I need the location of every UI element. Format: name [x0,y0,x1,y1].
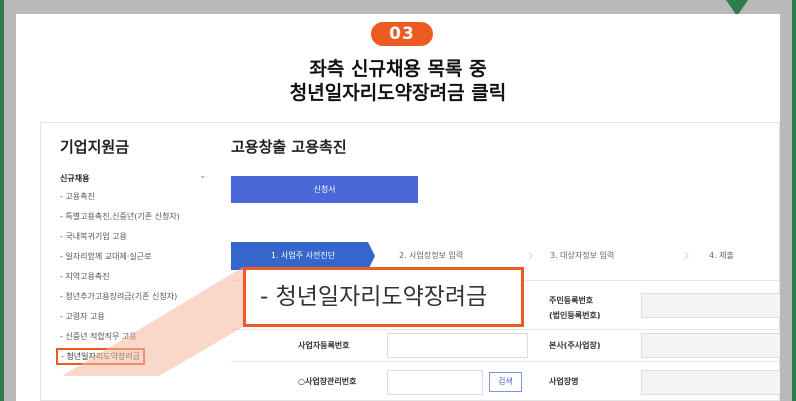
callout-zoom-label: - 청년일자리도약장려금 [243,267,524,327]
workplace-no-label: ○사업장관리번호 [298,377,357,386]
step-badge: 03 [371,22,433,46]
chevron-down-icon[interactable]: ⌄ [199,171,207,181]
sidebar-item-reshoring-employment[interactable]: - 국내복귀기업 고용 [60,231,127,242]
sidebar-item-special-employment[interactable]: - 특별고용촉진,신중년(기존 신청자) [60,211,180,222]
sidebar-item-regional-employment[interactable]: - 지역고용촉진 [60,271,110,282]
sidebar-item-youth-additional[interactable]: - 청년추가고용장려금(기존 신청자) [60,291,177,302]
sidebar: 기업지원금 신규채용 ⌄ - 고용촉진 - 특별고용촉진,신중년(기존 신청자)… [41,123,213,401]
screenshot-panel: 기업지원금 신규채용 ⌄ - 고용촉진 - 특별고용촉진,신중년(기존 신청자)… [40,122,780,401]
step-separator-icon: › [527,245,535,266]
sidebar-item-senior-employment[interactable]: - 고령자 고용 [60,311,105,322]
sidebar-item-shift-work[interactable]: - 일자리함께 교대제·실근로 [60,251,151,262]
step-separator-icon: › [683,245,691,266]
search-button[interactable]: 검색 [489,372,522,392]
resident-no-label: 주민등록번호 (법인등록번호) [549,296,601,320]
workplace-name-field[interactable] [641,370,780,395]
step-progress-bar: 1. 사업주 사전진단 2. 사업장정보 입력 › 3. 대상자정보 입력 › … [231,242,780,270]
step-4[interactable]: 4. 제출 [709,242,734,270]
sidebar-category-new-hire[interactable]: 신규채용 [60,173,89,184]
headline-line1: 좌측 신규채용 목록 중 [309,58,487,80]
workplace-no-field[interactable] [387,370,483,395]
sidebar-item-youth-job-leap[interactable]: - 청년일자리도약장려금 [56,348,146,365]
hq-label: 본사(주사업장) [549,341,601,350]
hq-field[interactable] [641,333,780,358]
sidebar-item-employment-promotion[interactable]: - 고용촉진 [60,191,95,202]
business-reg-label: 사업자등록번호 [298,341,350,350]
step-3[interactable]: 3. 대상자정보 입력 [550,242,614,270]
resident-no-field[interactable] [641,293,780,318]
guide-card: 03 좌측 신규채용 목록 중 청년일자리도약장려금 클릭 기업지원금 신규채용… [16,14,780,401]
sidebar-item-middle-age-jobs[interactable]: - 신중년 적합직무 고용 [60,331,137,342]
step-2[interactable]: 2. 사업장정보 입력 [399,242,463,270]
page-title: 고용창출 고용촉진 [231,138,347,156]
step-current[interactable]: 1. 사업주 사전진단 [231,242,375,270]
form-row-workplace: ○사업장관리번호 검색 사업장명 [231,361,780,401]
workplace-name-label: 사업장명 [549,377,579,386]
business-reg-field[interactable] [387,333,528,358]
sidebar-title: 기업지원금 [60,138,130,156]
form-row-business: 사업자등록번호 본사(주사업장) [231,329,780,361]
headline-line2: 청년일자리도약장려금 클릭 [289,82,507,104]
application-button[interactable]: 신청서 [231,176,418,203]
